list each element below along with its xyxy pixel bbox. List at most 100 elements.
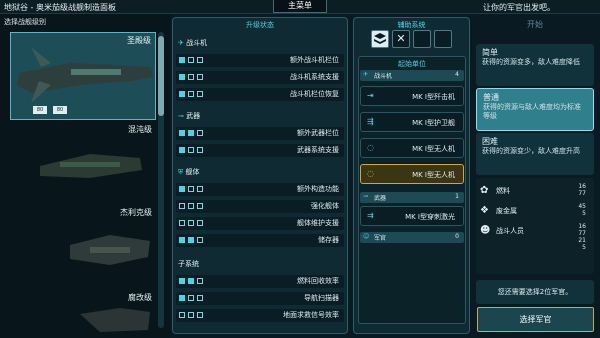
layers-icon[interactable] xyxy=(371,30,389,48)
upgrade-row[interactable]: 战斗机栏位恢复 xyxy=(176,88,344,101)
upgrade-row[interactable]: 燃料回收效率 xyxy=(176,275,344,288)
upgrade-row[interactable]: 战斗机系统支援 xyxy=(176,71,344,84)
officer-category: ☺ 军官 0 xyxy=(360,232,464,243)
unit-slot-selected[interactable]: ◌ MK I型无人机 xyxy=(360,164,464,184)
level-pip xyxy=(179,91,185,97)
level-pip xyxy=(179,186,185,192)
upgrade-row[interactable]: 地面求救信号效率 xyxy=(176,309,344,322)
level-pip xyxy=(197,186,203,192)
level-pip xyxy=(197,295,203,301)
difficulty-hard[interactable]: 困难 获得的资源变少，敌人难度升高 xyxy=(476,133,594,175)
upgrade-row[interactable]: 额外战斗机栏位 xyxy=(176,54,344,67)
resource-crew: ☻ 战斗人员 16 77 21 5 xyxy=(476,223,594,267)
level-pip xyxy=(197,220,203,226)
level-pip xyxy=(188,278,194,284)
upgrade-row[interactable]: 武器系统支援 xyxy=(176,144,344,157)
level-pip xyxy=(188,74,194,80)
upgrade-row[interactable]: 舰体维护支援 xyxy=(176,217,344,230)
weapon-label: MK I型穿刺激光 xyxy=(405,213,455,221)
select-officer-button[interactable]: 选择军官 xyxy=(477,307,594,332)
level-pip xyxy=(197,147,203,153)
upgrade-row[interactable]: 导航扫描器 xyxy=(176,292,344,305)
upgrade-label: 燃料回收效率 xyxy=(297,277,339,285)
difficulty-title: 简单 xyxy=(482,48,498,57)
difficulty-desc: 获得的资源变多，敌人难度降低 xyxy=(482,58,580,66)
escort-icon: ⇶ xyxy=(367,117,374,126)
difficulty-easy[interactable]: 简单 获得的资源变多，敌人难度降低 xyxy=(476,44,594,86)
upgrade-row[interactable]: 额外武器栏位 xyxy=(176,127,344,140)
resource-label: 战斗人员 xyxy=(496,227,524,235)
level-pip xyxy=(188,186,194,192)
scrap-icon: ❖ xyxy=(480,205,489,216)
fighter-icon: ⇥ xyxy=(367,91,374,100)
ship-stat-badge: 80 xyxy=(53,106,67,114)
upgrade-label: 舰体维护支援 xyxy=(297,219,339,227)
level-pip xyxy=(179,278,185,284)
section-weapon: ⊸ 武器 xyxy=(178,112,201,120)
fuel-icon: ✿ xyxy=(480,185,489,196)
starting-units-title: 起始单位 xyxy=(398,60,426,68)
level-pip xyxy=(188,203,194,209)
empty-slot-icon[interactable] xyxy=(434,30,452,48)
level-pip xyxy=(197,74,203,80)
crew-icon: ☻ xyxy=(480,225,491,236)
level-pip xyxy=(197,57,203,63)
ship-card-jericho[interactable]: 杰利克级 xyxy=(10,205,156,293)
tools-icon[interactable]: ✕ xyxy=(392,30,410,48)
upgrade-row[interactable]: 强化舰体 xyxy=(176,200,344,213)
ship-stat-badge: 80 xyxy=(33,106,47,114)
laser-icon: ⇉ xyxy=(367,211,374,220)
laser-icon: ⊸ xyxy=(178,112,184,120)
upgrade-label: 额外武器栏位 xyxy=(297,129,339,137)
level-pip xyxy=(188,57,194,63)
drone-icon: ◌ xyxy=(367,143,374,152)
plane-icon: ✈ xyxy=(178,39,184,47)
hint-text: 让你的军官出发吧。 xyxy=(483,3,555,12)
difficulty-desc: 获得的资源与敌人难度均为标准等级 xyxy=(483,103,581,120)
plane-icon: ✈ xyxy=(363,71,369,78)
main-menu-button[interactable]: 主菜单 xyxy=(273,0,327,13)
level-pip xyxy=(179,203,185,209)
upgrade-row[interactable]: 储存器 xyxy=(176,234,344,247)
level-pip xyxy=(188,130,194,136)
unit-label: MK I型歼击机 xyxy=(412,93,455,101)
ship-card-sanctum[interactable]: 圣殿级 80 80 xyxy=(10,32,156,120)
unit-slot[interactable]: ⇥ MK I型歼击机 xyxy=(360,86,464,106)
unit-slot[interactable]: ⇶ MK I型护卫舰 xyxy=(360,112,464,132)
category-count: 0 xyxy=(455,233,459,240)
laser-icon: ⊸ xyxy=(363,193,369,200)
upgrade-label: 额外战斗机栏位 xyxy=(290,56,339,64)
resource-values: 16 77 xyxy=(578,183,586,197)
weapon-slot[interactable]: ⇉ MK I型穿刺激光 xyxy=(360,206,464,226)
officer-notice: 您还需要选择2位军官。 xyxy=(476,280,594,304)
ship-card-chaos[interactable]: 混沌级 xyxy=(10,122,156,210)
level-pip xyxy=(179,130,185,136)
upgrade-label: 额外构造功能 xyxy=(297,185,339,193)
category-label: 军官 xyxy=(374,235,387,242)
category-count: 1 xyxy=(455,193,459,200)
level-pip xyxy=(188,147,194,153)
difficulty-title: 普通 xyxy=(483,93,499,102)
scrollbar-thumb[interactable] xyxy=(158,36,164,116)
level-pip xyxy=(179,312,185,318)
level-pip xyxy=(179,220,185,226)
difficulty-normal[interactable]: 普通 获得的资源与敌人难度均为标准等级 xyxy=(476,88,594,131)
unit-slot[interactable]: ◌ MK I型无人机 xyxy=(360,138,464,158)
page-title: 地狱谷 - 奥米茄级战舰制造面板 xyxy=(4,3,116,12)
unit-label: MK I型护卫舰 xyxy=(412,119,455,127)
category-label: 武器 xyxy=(374,195,387,202)
resource-fuel: ✿ 燃料 16 77 xyxy=(476,183,594,201)
level-pip xyxy=(179,237,185,243)
level-pip xyxy=(197,130,203,136)
hull-icon: ⛨ xyxy=(178,168,184,176)
start-tab[interactable]: 开始 xyxy=(476,17,594,33)
upgrade-row[interactable]: 额外构造功能 xyxy=(176,183,344,196)
difficulty-title: 困难 xyxy=(482,137,498,146)
aux-title: 辅助系统 xyxy=(397,21,426,29)
upgrade-label: 战斗机栏位恢复 xyxy=(290,90,339,98)
level-pip xyxy=(188,295,194,301)
ship-card-corrupt[interactable]: 腐改级 xyxy=(10,290,156,334)
level-pip xyxy=(188,91,194,97)
level-pip xyxy=(197,278,203,284)
empty-slot-icon[interactable] xyxy=(413,30,431,48)
